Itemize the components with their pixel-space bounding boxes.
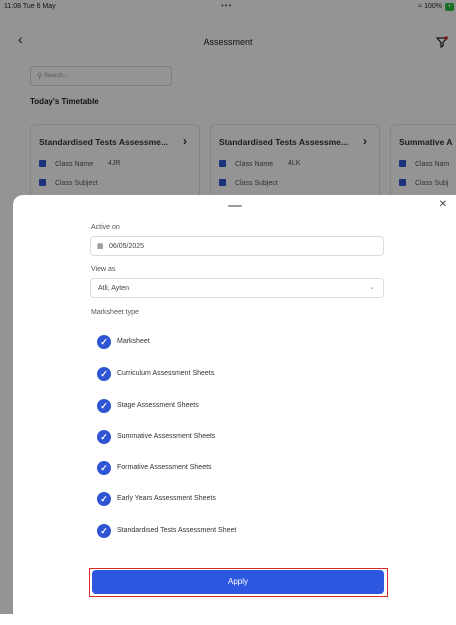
option-label: Stage Assessment Sheets [117,402,199,409]
view-as-label: View as [91,266,116,273]
apply-button[interactable]: Apply [92,570,384,594]
active-on-label: Active on [91,224,120,231]
marksheet-type-label: Marksheet type [91,309,139,316]
check-icon: ✓ [97,399,111,413]
option-label: Marksheet [117,338,150,345]
close-icon[interactable]: ✕ [439,199,447,210]
filter-sheet: ✕ Active on ▦ 06/05/2025 View as Atli, A… [13,195,456,625]
check-icon: ✓ [97,335,111,349]
check-icon: ✓ [97,524,111,538]
check-icon: ✓ [97,492,111,506]
active-on-date-field[interactable]: ▦ 06/05/2025 [90,236,384,256]
sheet-drag-handle[interactable] [228,205,242,207]
option-label: Formative Assessment Sheets [117,464,212,471]
view-as-value: Atli, Ayten [98,285,130,292]
option-label: Standardised Tests Assessment Sheet [117,527,237,534]
calendar-icon: ▦ [97,243,104,250]
option-label: Curriculum Assessment Sheets [117,370,215,377]
dropdown-chevron-icon: ⌄ [369,284,375,291]
option-label: Early Years Assessment Sheets [117,495,216,502]
check-icon: ✓ [97,461,111,475]
view-as-select[interactable]: Atli, Ayten ⌄ [90,278,384,298]
check-icon: ✓ [97,367,111,381]
check-icon: ✓ [97,430,111,444]
option-label: Summative Assessment Sheets [117,433,216,440]
active-on-value: 06/05/2025 [109,243,145,250]
